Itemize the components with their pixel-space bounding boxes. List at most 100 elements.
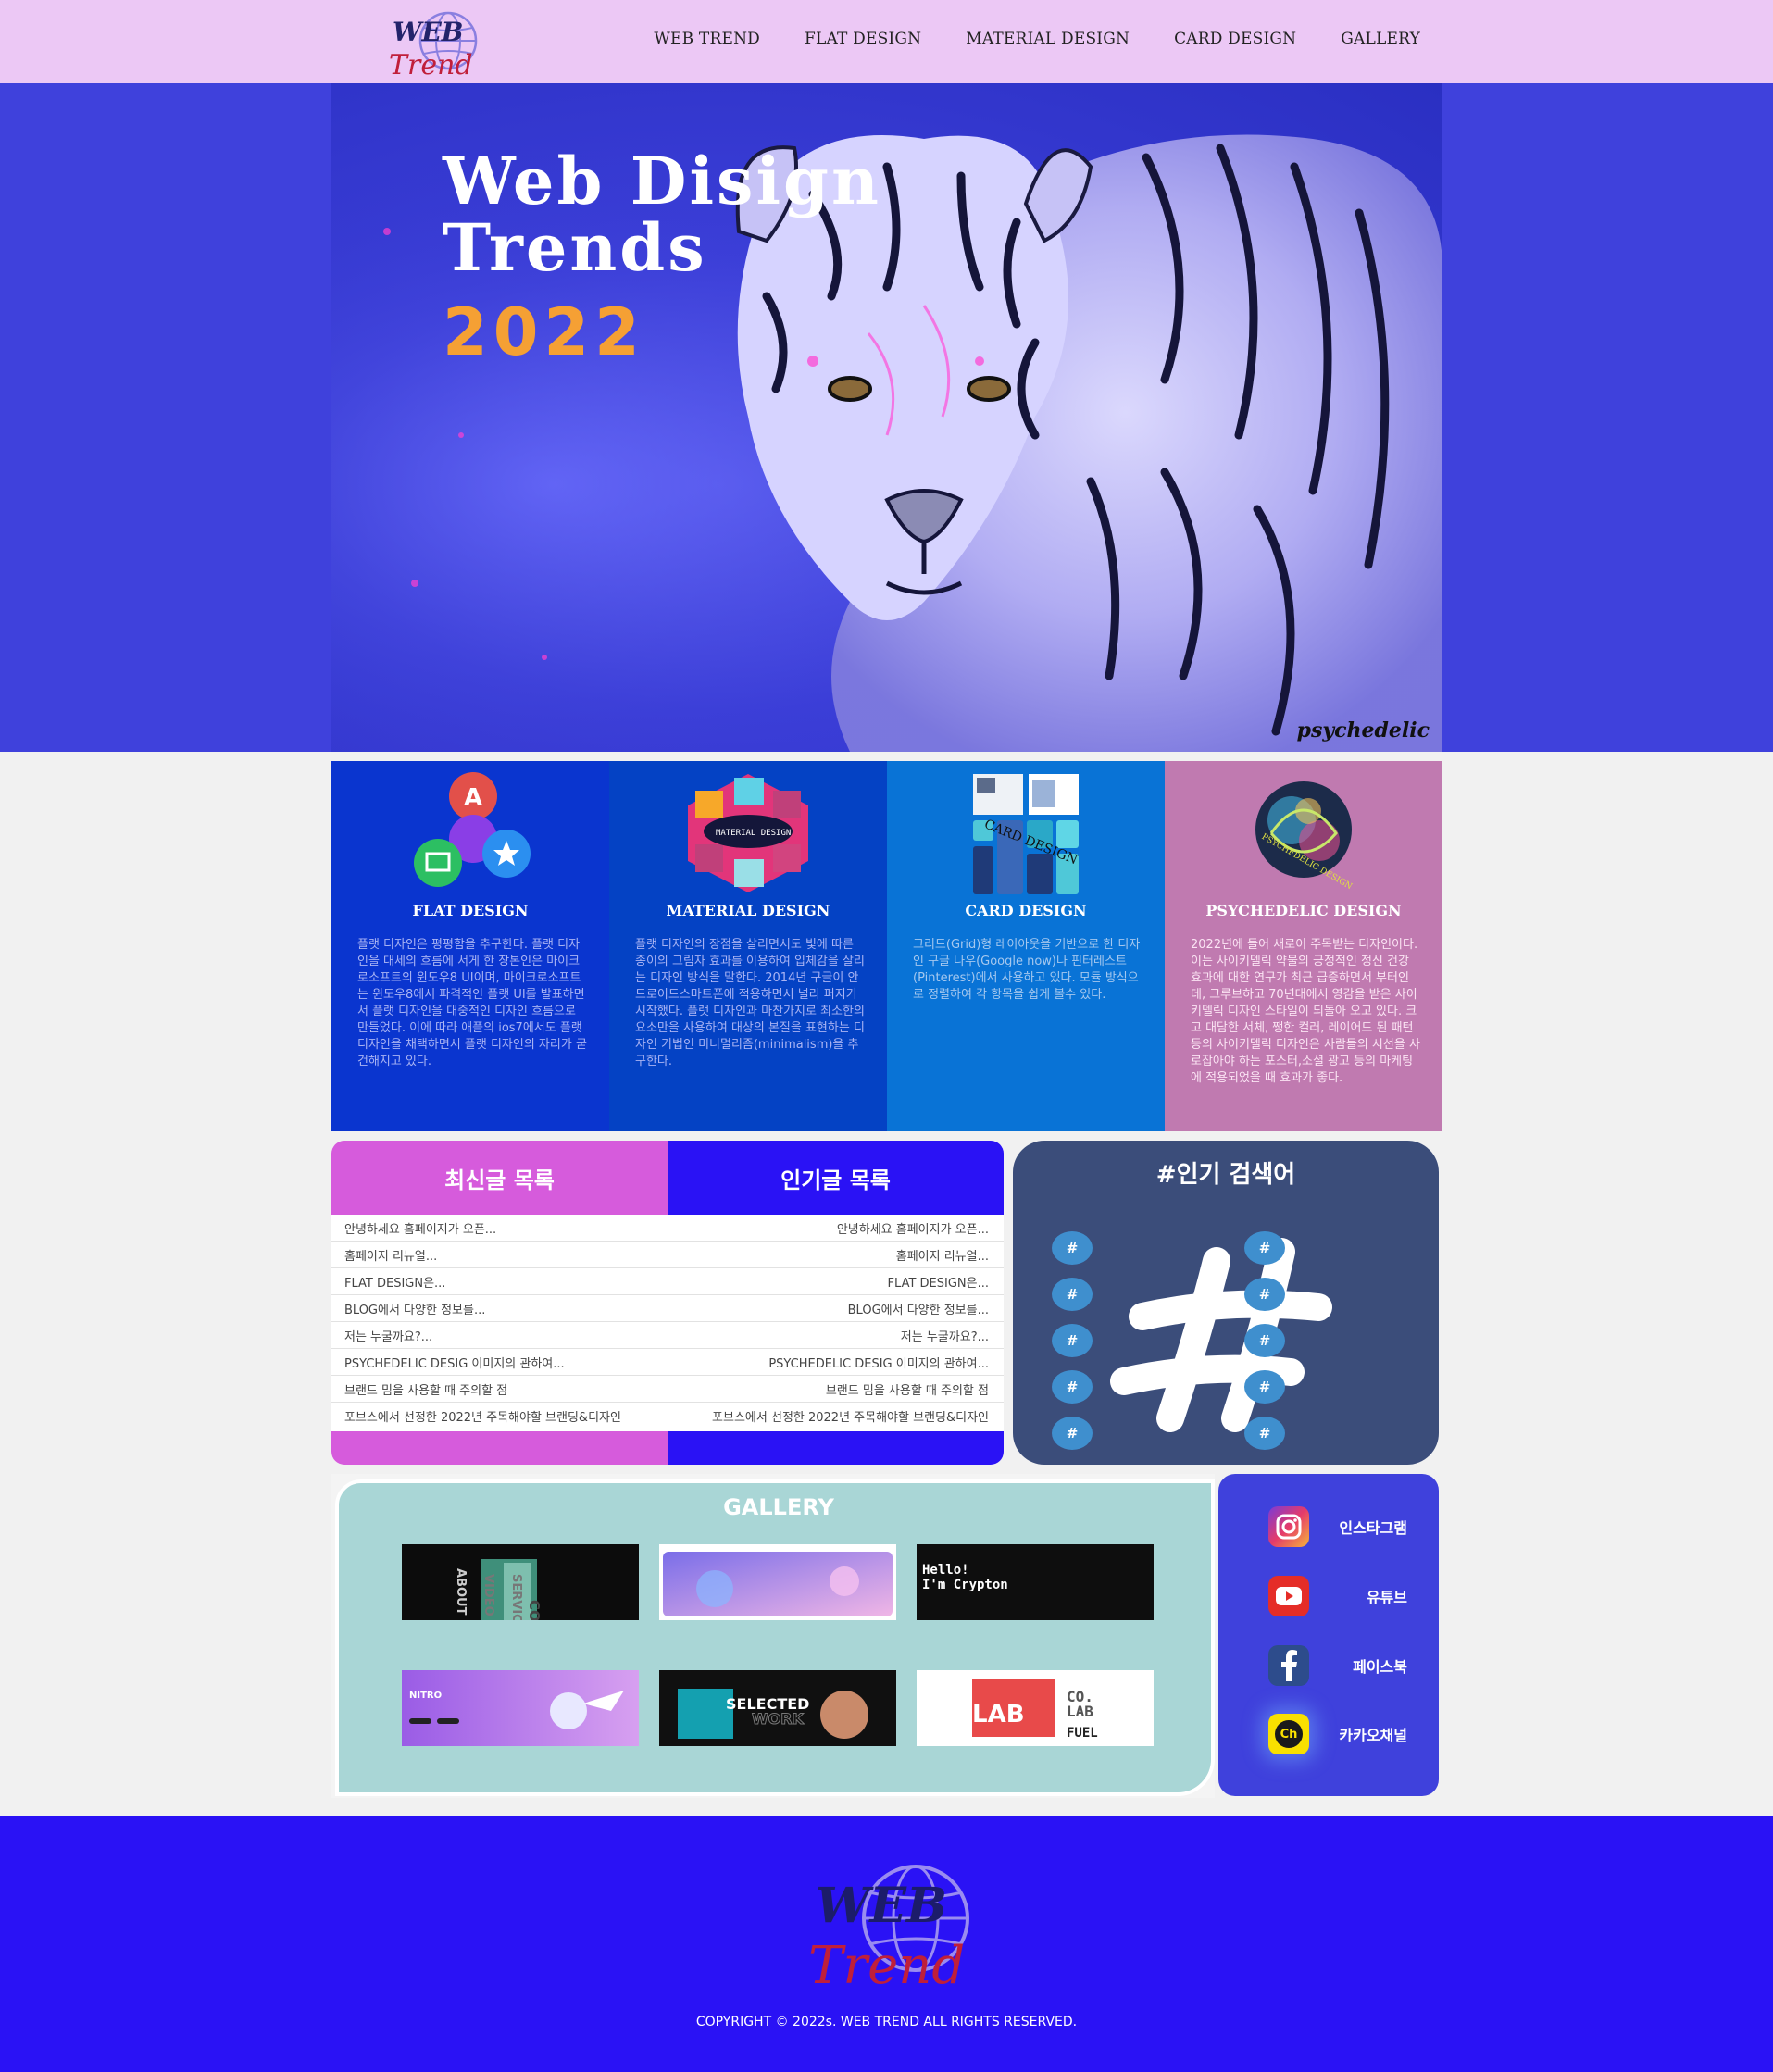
popular-post-link[interactable]: BLOG에서 다양한 정보를... [848,1300,989,1317]
keyword-tag[interactable]: # [1244,1417,1285,1450]
psychedelic-design-orb-icon: PSYCHEDELIC DESIGN [1255,781,1354,892]
svg-text:WEB: WEB [816,1878,947,1934]
gallery-thumb-4[interactable]: NITRO [402,1670,639,1746]
post-rows: 안녕하세요 홈페이지가 오픈... 안녕하세요 홈페이지가 오픈... 홈페이지 … [331,1215,1004,1429]
popular-post-link[interactable]: 브랜드 밈을 사용할 때 주의할 점 [826,1380,989,1398]
popular-post-link[interactable]: 홈페이지 리뉴얼... [896,1246,989,1264]
card-design-grid-icon: CARD DESIGN [973,774,1080,894]
svg-text:Hello!: Hello! [922,1563,969,1578]
hero-banner: Web Disign Trends 2022 psychedelic [331,83,1442,752]
svg-text:CONTACT: CONTACT [526,1600,543,1620]
svg-text:MATERIAL DESIGN: MATERIAL DESIGN [716,829,791,838]
social-label: 인스타그램 [1339,1519,1407,1537]
nav-card-design[interactable]: CARD DESIGN [1174,30,1296,48]
social-link-facebook[interactable]: 페이스북 [1268,1642,1407,1689]
svg-text:I'm Crypton: I'm Crypton [922,1578,1008,1592]
gallery-thumb-5[interactable]: SELECTED WORK [659,1670,896,1746]
popular-post-link[interactable]: 저는 누굴까요?... [901,1327,989,1344]
svg-text:WORK: WORK [752,1710,805,1728]
gallery-thumb-6[interactable]: LAB CO. LAB FUEL [917,1670,1154,1746]
latest-post-link[interactable]: 저는 누굴까요?... [344,1327,432,1344]
popular-keywords: #인기 검색어 # # # # # # # # # # [1013,1141,1439,1465]
social-label: 카카오채널 [1339,1727,1407,1744]
facebook-icon [1268,1645,1309,1686]
social-link-youtube[interactable]: 유튜브 [1268,1573,1407,1619]
svg-text:SERVICES: SERVICES [509,1574,523,1620]
hero-signature: psychedelic [1296,718,1430,743]
svg-text:ABOUT: ABOUT [454,1568,468,1616]
design-cards: A FLAT DESIGN 플랫 디자인은 평평함을 추구한다. 플랫 디자인을… [331,761,1442,1131]
gallery-thumb-3[interactable]: Hello! I'm Crypton [917,1544,1154,1620]
social-links: 인스타그램 유튜브 페이스북 Ch 카카오채널 [1218,1474,1439,1796]
svg-text:LAB: LAB [1067,1703,1093,1720]
nav-web-trend[interactable]: WEB TREND [654,30,760,48]
card-psychedelic-design[interactable]: PSYCHEDELIC DESIGN PSYCHEDELIC DESIGN 20… [1165,761,1442,1131]
nav-material-design[interactable]: MATERIAL DESIGN [966,30,1130,48]
svg-text:LAB: LAB [972,1701,1025,1729]
tab-popular-posts[interactable]: 인기글 목록 [668,1141,1004,1215]
social-label: 페이스북 [1353,1658,1407,1676]
popular-post-link[interactable]: FLAT DESIGN은... [888,1273,989,1291]
keyword-tag[interactable]: # [1244,1278,1285,1311]
post-lists: 최신글 목록 인기글 목록 안녕하세요 홈페이지가 오픈... 안녕하세요 홈페이… [331,1141,1004,1465]
card-card-design[interactable]: CARD DESIGN CARD DESIGN 그리드(Grid)형 레이아웃을… [887,761,1165,1131]
card-material-design[interactable]: MATERIAL DESIGN MATERIAL DESIGN 플랫 디자인의 … [609,761,887,1131]
keyword-tag[interactable]: # [1052,1278,1093,1311]
instagram-icon [1268,1506,1309,1547]
card-title: PSYCHEDELIC DESIGN [1205,902,1402,919]
list-item: 저는 누굴까요?... 저는 누굴까요?... [331,1322,1004,1349]
card-text: 플랫 디자인의 장점을 살리면서도 빛에 따른 종이의 그림자 효과를 이용하여… [635,938,865,1068]
copyright-text: COPYRIGHT © 2022s. WEB TREND ALL RIGHTS … [695,2015,1078,2029]
material-design-tiles-icon: MATERIAL DESIGN [688,774,808,892]
svg-text:A: A [464,784,482,812]
gallery-title: GALLERY [723,1494,834,1520]
popular-post-link[interactable]: PSYCHEDELIC DESIG 이미지의 관하여... [768,1354,989,1371]
kakao-channel-icon: Ch [1268,1714,1309,1754]
popular-post-link[interactable]: 안녕하세요 홈페이지가 오픈... [837,1219,989,1237]
keyword-tag[interactable]: # [1244,1231,1285,1265]
latest-post-link[interactable]: 브랜드 밈을 사용할 때 주의할 점 [344,1380,507,1398]
keyword-tag[interactable]: # [1244,1370,1285,1404]
card-flat-design[interactable]: A FLAT DESIGN 플랫 디자인은 평평함을 추구한다. 플랫 디자인을… [331,761,609,1131]
flat-design-badges-icon: A [414,772,531,887]
card-title: MATERIAL DESIGN [666,902,830,919]
main-nav: WEB TREND FLAT DESIGN MATERIAL DESIGN CA… [654,0,1420,78]
keywords-title: #인기 검색어 [1155,1161,1296,1189]
keyword-tag[interactable]: # [1052,1417,1093,1450]
keyword-tag[interactable]: # [1052,1324,1093,1357]
tab-latest-posts[interactable]: 최신글 목록 [331,1141,668,1215]
list-item: BLOG에서 다양한 정보를... BLOG에서 다양한 정보를... [331,1295,1004,1322]
nav-flat-design[interactable]: FLAT DESIGN [805,30,921,48]
popular-posts-footer [668,1431,1004,1465]
gallery-thumb-2[interactable] [659,1544,896,1620]
site-header: WEB Trend WEB TREND FLAT DESIGN MATERIAL… [0,0,1773,83]
keyword-tag[interactable]: # [1244,1324,1285,1357]
latest-post-link[interactable]: 안녕하세요 홈페이지가 오픈... [344,1219,496,1237]
latest-post-link[interactable]: 홈페이지 리뉴얼... [344,1246,437,1264]
card-text: 그리드(Grid)형 레이아웃을 기반으로 한 디자인 구글 나우(Google… [913,938,1141,1002]
keyword-tag[interactable]: # [1052,1231,1093,1265]
list-item: PSYCHEDELIC DESIG 이미지의 관하여... PSYCHEDELIC… [331,1349,1004,1376]
list-item: 안녕하세요 홈페이지가 오픈... 안녕하세요 홈페이지가 오픈... [331,1215,1004,1242]
popular-post-link[interactable]: 포브스에서 선정한 2022년 주목해야할 브랜딩&디자인 [712,1407,989,1425]
latest-posts-footer [331,1431,668,1465]
keyword-tag[interactable]: # [1052,1370,1093,1404]
latest-post-link[interactable]: 포브스에서 선정한 2022년 주목해야할 브랜딩&디자인 [344,1407,621,1425]
web-trend-logo[interactable]: WEB Trend [808,1863,988,1992]
latest-post-link[interactable]: PSYCHEDELIC DESIG 이미지의 관하여... [344,1354,565,1371]
svg-text:Trend: Trend [808,1936,965,1992]
web-trend-logo[interactable]: WEB Trend [387,9,489,80]
social-link-instagram[interactable]: 인스타그램 [1268,1504,1407,1550]
hero-year: 2022 [443,294,645,370]
svg-text:VIDEO: VIDEO [481,1574,495,1616]
latest-post-link[interactable]: FLAT DESIGN은... [344,1273,445,1291]
card-title: FLAT DESIGN [412,902,529,919]
gallery-thumb-1[interactable]: CONTACT ABOUT VIDEO SERVICES [402,1544,639,1620]
social-link-kakao-channel[interactable]: Ch 카카오채널 [1268,1711,1407,1757]
nav-gallery[interactable]: GALLERY [1341,30,1420,48]
svg-text:WEB: WEB [393,17,463,47]
svg-text:NITRO: NITRO [409,1691,442,1701]
kakao-channel-glyph: Ch [1275,1720,1303,1748]
latest-post-link[interactable]: BLOG에서 다양한 정보를... [344,1300,485,1317]
list-item: 홈페이지 리뉴얼... 홈페이지 리뉴얼... [331,1242,1004,1268]
